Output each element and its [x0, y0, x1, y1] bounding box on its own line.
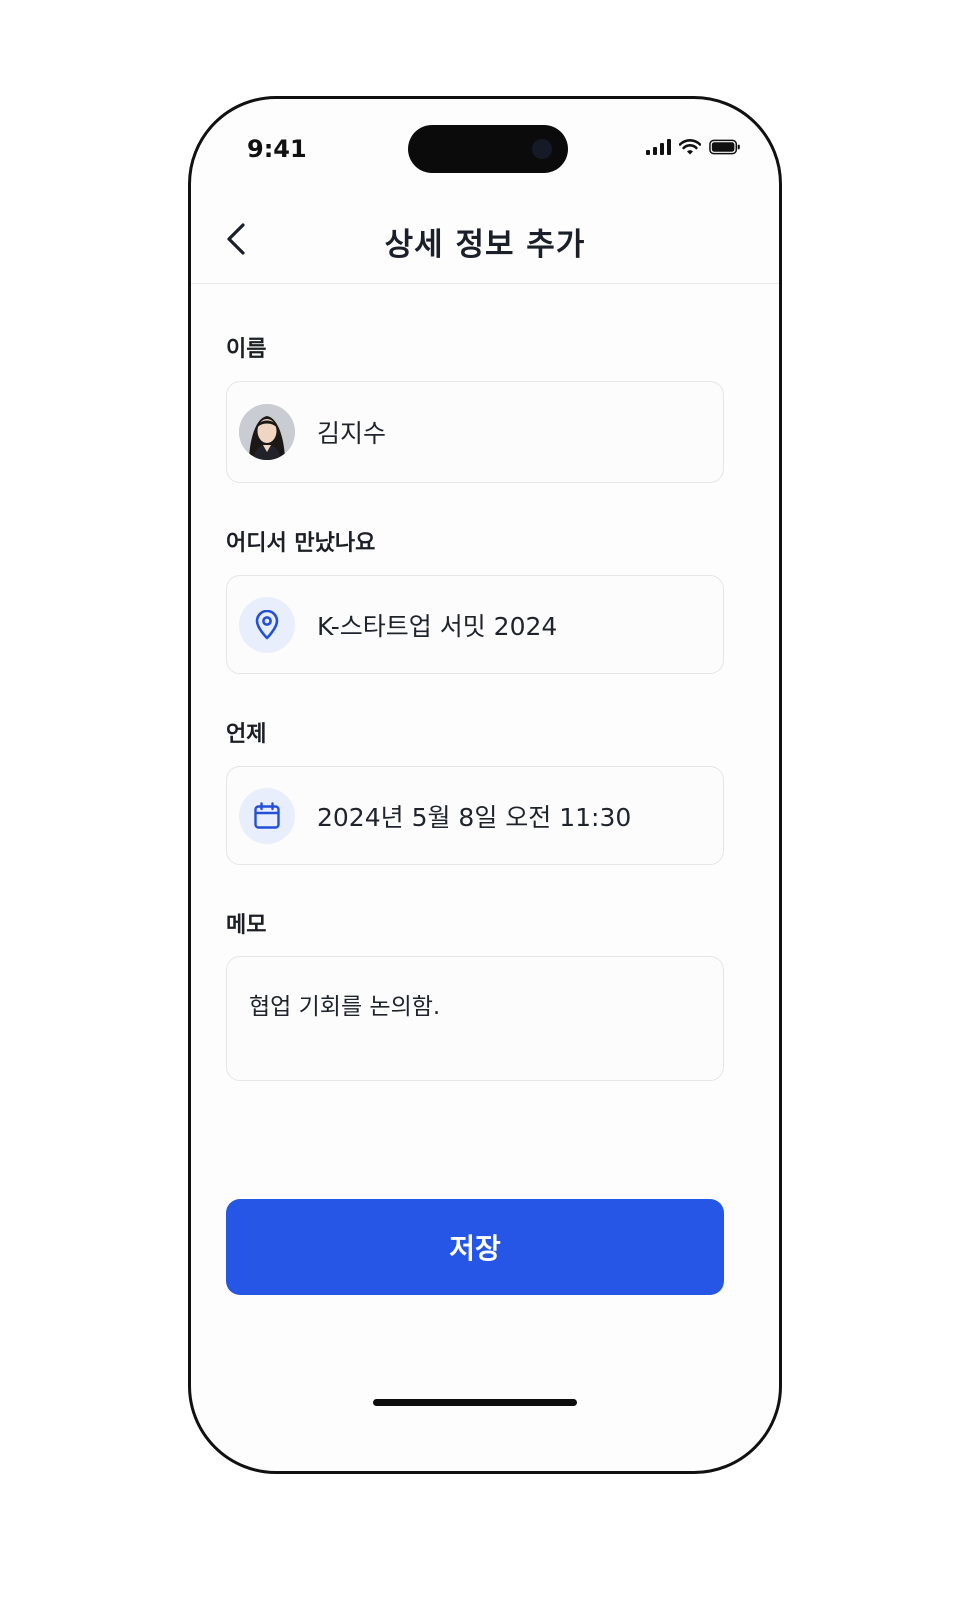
status-icons	[646, 139, 741, 155]
calendar-icon-badge	[239, 787, 295, 844]
dynamic-island	[408, 125, 568, 173]
when-value: 2024년 5월 8일 오전 11:30	[317, 802, 632, 832]
memo-textarea[interactable]: 협업 기회를 논의함.	[226, 956, 724, 1081]
home-indicator[interactable]	[373, 1399, 577, 1406]
cellular-signal-icon	[646, 139, 671, 155]
page-title: 상세 정보 추가	[384, 227, 586, 263]
when-label: 언제	[226, 722, 267, 747]
name-field[interactable]: 김지수	[226, 381, 724, 483]
name-label: 이름	[226, 337, 267, 362]
save-button[interactable]: 저장	[226, 1199, 724, 1295]
when-field[interactable]: 2024년 5월 8일 오전 11:30	[226, 766, 724, 865]
wifi-icon	[679, 139, 701, 155]
status-time: 9:41	[247, 135, 307, 163]
avatar	[239, 404, 295, 460]
phone-frame: 9:41 상세 정보 추가 이름 김지수 어디서 만났나요 K-스타트업 서밋 …	[188, 96, 782, 1474]
battery-icon	[709, 139, 740, 155]
where-label: 어디서 만났나요	[226, 531, 376, 556]
memo-label: 메모	[226, 913, 267, 938]
calendar-icon	[254, 801, 280, 829]
location-icon-badge	[239, 596, 295, 653]
where-field[interactable]: K-스타트업 서밋 2024	[226, 575, 724, 674]
front-camera	[532, 139, 552, 159]
nav-header: 상세 정보 추가	[191, 199, 779, 284]
map-pin-icon	[255, 609, 279, 639]
where-value: K-스타트업 서밋 2024	[317, 611, 558, 641]
memo-value: 협업 기회를 논의함.	[249, 994, 441, 1020]
name-value: 김지수	[317, 419, 387, 448]
